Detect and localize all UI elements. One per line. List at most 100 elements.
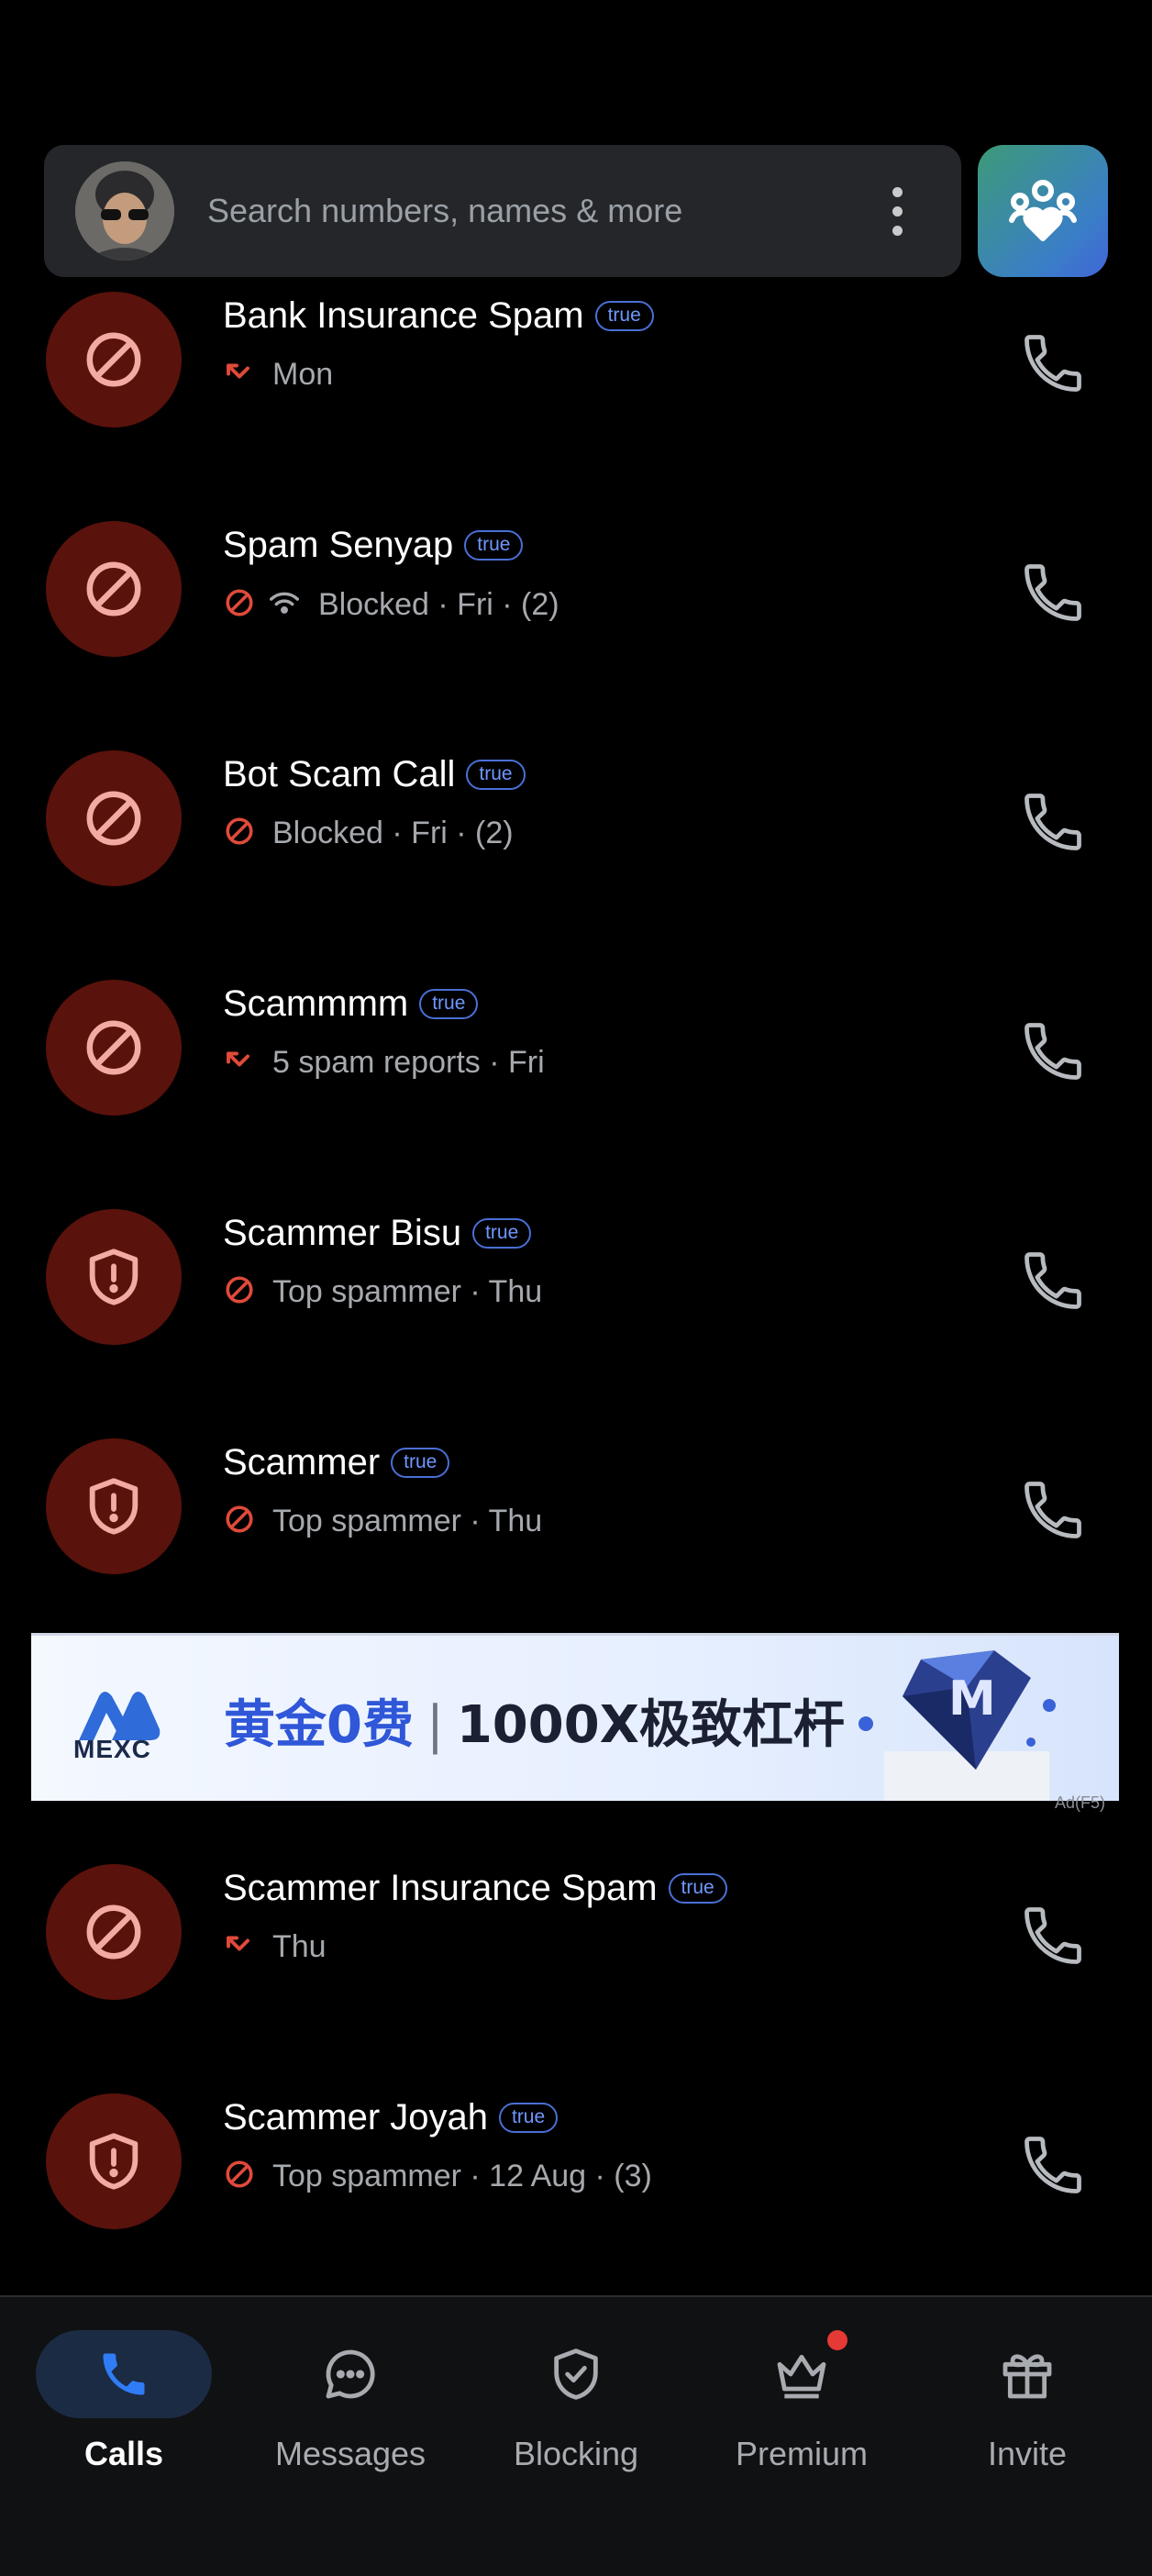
caller-badge: true (464, 530, 524, 561)
shield-check-icon (554, 2348, 598, 2400)
notification-dot (827, 2330, 847, 2350)
caller-name-line: Bot Scam Call true (223, 754, 526, 795)
caller-name: Scammer Insurance Spam (223, 1868, 658, 1908)
phone-icon (103, 2353, 145, 2395)
caller-name: Scammer (223, 1442, 381, 1482)
call-detail: Top spammer · Thu (272, 1274, 543, 1309)
block-icon[interactable] (46, 1864, 182, 2000)
search-bar[interactable]: Search numbers, names & more (44, 145, 961, 277)
caller-name: Bank Insurance Spam (223, 295, 584, 336)
nav-messages[interactable]: Messages (240, 2297, 460, 2481)
call-detail: Mon (272, 357, 334, 392)
caller-name-line: Scammer Insurance Spam true (223, 1868, 727, 1909)
call-back-phone-icon[interactable] (1018, 328, 1088, 398)
caller-badge: true (594, 301, 654, 331)
call-detail-line: Thu (223, 1928, 327, 1966)
call-row[interactable]: Scammer Joyah true Top spammer · 12 Aug · … (0, 2093, 1152, 2323)
caller-name: Spam Senyap (223, 525, 454, 565)
call-back-phone-icon[interactable] (1018, 1475, 1088, 1545)
nav-blocking[interactable]: Blocking (466, 2297, 686, 2481)
caller-name: Scammmm (223, 983, 409, 1024)
nav-calls-label: Calls (83, 2435, 164, 2472)
block-icon[interactable] (46, 521, 182, 657)
caller-name-line: Scammer Joyah true (223, 2097, 559, 2138)
call-detail: 5 spam reports · Fri (272, 1045, 545, 1080)
missed-call-icon (223, 1044, 256, 1082)
caller-badge: true (419, 989, 479, 1019)
call-detail-line: Top spammer · Thu (223, 1503, 542, 1540)
nav-premium-label: Premium (735, 2435, 869, 2472)
caller-badge: true (466, 760, 526, 790)
family-sharing-button[interactable] (978, 145, 1108, 277)
nav-calls-pill (36, 2330, 212, 2418)
nav-premium[interactable]: Premium (692, 2297, 912, 2481)
call-detail: Top spammer · Thu (272, 1504, 543, 1538)
call-back-phone-icon[interactable] (1018, 787, 1088, 857)
call-detail-line: Blocked · Fri · (2) (223, 585, 559, 625)
caller-name-line: Spam Senyap true (223, 525, 524, 566)
chat-icon (326, 2349, 375, 2399)
caller-name-line: Scammer true (223, 1442, 450, 1483)
caller-badge: true (472, 1218, 532, 1249)
blocked-icon (223, 815, 256, 852)
block-icon[interactable] (46, 750, 182, 886)
blocked-icon (223, 2158, 256, 2195)
search-input[interactable]: Search numbers, names & more (207, 192, 870, 230)
ad-brand: MEXC (73, 1735, 151, 1763)
call-row[interactable]: Scammmm true 5 spam reports · Fri (0, 980, 1152, 1209)
block-icon[interactable] (46, 980, 182, 1116)
caller-badge: true (498, 2103, 559, 2133)
caller-badge: true (668, 1873, 727, 1904)
blocked-icon (223, 586, 256, 624)
call-detail: Thu (272, 1929, 327, 1964)
call-detail-line: Top spammer · Thu (223, 1273, 542, 1311)
call-row[interactable]: Bot Scam Call true Blocked · Fri · (2) (0, 750, 1152, 980)
ad-banner[interactable]: MEXC 黄金0费 | 1000X极致杠杆 M (31, 1633, 1119, 1801)
ad-headline: 黄金0费 | 1000X极致杠杆 (224, 1695, 845, 1755)
call-detail-line: Blocked · Fri · (2) (223, 815, 514, 852)
call-row[interactable]: Spam Senyap true Blocked · Fri · (2) (0, 521, 1152, 750)
call-row[interactable]: Scammer Insurance Spam true Thu (0, 1864, 1152, 2093)
call-detail-line: Mon (223, 356, 333, 394)
shield-alert-icon[interactable] (46, 2093, 182, 2229)
call-detail: Blocked · Fri · (2) (272, 816, 514, 850)
caller-name: Scammer Bisu (223, 1213, 462, 1253)
call-row[interactable]: Scammer Bisu true Top spammer · Thu (0, 1209, 1152, 1438)
shield-alert-icon[interactable] (46, 1438, 182, 1574)
nav-invite-label: Invite (987, 2435, 1068, 2472)
call-detail: Top spammer · 12 Aug · (3) (272, 2159, 652, 2193)
svg-text:M: M (948, 1671, 996, 1727)
nav-messages-label: Messages (274, 2435, 426, 2472)
caller-name: Scammer Joyah (223, 2097, 488, 2137)
nav-blocking-label: Blocking (513, 2435, 639, 2472)
blocked-icon (223, 1273, 256, 1311)
nav-invite[interactable]: Invite (917, 2297, 1137, 2481)
shield-alert-icon[interactable] (46, 1209, 182, 1345)
caller-badge: true (391, 1448, 450, 1478)
gift-icon (1002, 2354, 1052, 2399)
missed-call-icon (223, 1928, 256, 1966)
call-back-phone-icon[interactable] (1018, 558, 1088, 627)
family-icon (1009, 180, 1077, 241)
diamond-icon: M (858, 1650, 1056, 1801)
call-detail: Blocked · Fri · (2) (318, 587, 559, 622)
block-icon[interactable] (46, 292, 182, 427)
more-options-icon[interactable] (870, 165, 925, 257)
caller-name-line: Bank Insurance Spam true (223, 295, 654, 337)
bottom-navigation: Calls Messages Blocking Premium Invite (0, 2295, 1152, 2576)
wifi-call-icon (267, 585, 302, 625)
call-detail-line: Top spammer · 12 Aug · (3) (223, 2158, 652, 2195)
call-back-phone-icon[interactable] (1018, 1901, 1088, 1971)
ad-label: Ad(F5) (1055, 1793, 1106, 1812)
caller-name: Bot Scam Call (223, 754, 456, 794)
call-back-phone-icon[interactable] (1018, 1246, 1088, 1316)
avatar[interactable] (75, 161, 174, 261)
call-back-phone-icon[interactable] (1018, 1016, 1088, 1086)
call-back-phone-icon[interactable] (1018, 2130, 1088, 2200)
caller-name-line: Scammer Bisu true (223, 1213, 532, 1254)
missed-call-icon (223, 356, 256, 394)
caller-name-line: Scammmm true (223, 983, 479, 1025)
call-row[interactable]: Bank Insurance Spam true Mon (0, 292, 1152, 521)
nav-calls[interactable]: Calls (14, 2297, 234, 2481)
crown-icon (777, 2354, 826, 2399)
